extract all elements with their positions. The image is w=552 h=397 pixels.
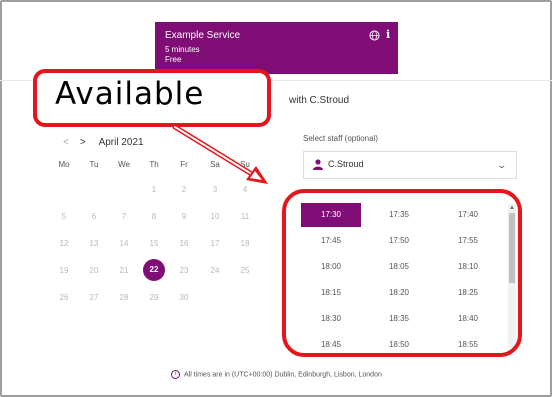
weekday-header: Sa	[210, 160, 220, 169]
calendar-day[interactable]: 20	[83, 266, 105, 275]
month-label: April 2021	[98, 137, 144, 148]
info-icon[interactable]: i	[386, 28, 390, 41]
chevron-down-icon: ⌄	[496, 160, 508, 170]
calendar-day[interactable]: 25	[234, 266, 256, 275]
calendar-day[interactable]: 17	[204, 239, 226, 248]
calendar-day[interactable]: 27	[83, 293, 105, 302]
timezone-text: All times are in (UTC+00:00) Dublin, Edi…	[184, 371, 382, 379]
calendar-day[interactable]: 2	[173, 185, 195, 194]
calendar-day[interactable]: 11	[234, 212, 256, 221]
calendar-day[interactable]: 7	[113, 212, 135, 221]
calendar-day[interactable]: 24	[204, 266, 226, 275]
calendar-day[interactable]: 3	[204, 185, 226, 194]
calendar-day[interactable]: 1	[143, 185, 165, 194]
weekday-header: Mo	[58, 160, 70, 169]
staff-value: C.Stroud	[328, 159, 364, 169]
globe-icon[interactable]	[369, 30, 380, 41]
calendar-day[interactable]: 8	[143, 212, 165, 221]
calendar-day[interactable]: 5	[53, 212, 75, 221]
service-duration: 5 minutes	[165, 45, 200, 54]
calendar-day[interactable]: 14	[113, 239, 135, 248]
weekday-header: Tu	[89, 160, 99, 169]
calendar-day[interactable]: 9	[173, 212, 195, 221]
next-month-button[interactable]: >	[76, 137, 90, 148]
service-price: Free	[165, 55, 182, 64]
person-icon	[313, 159, 323, 170]
calendar-day[interactable]: 26	[53, 293, 75, 302]
calendar-day[interactable]: 13	[83, 239, 105, 248]
timezone-note: i All times are in (UTC+00:00) Dublin, Ed…	[171, 370, 382, 379]
calendar-day[interactable]: 28	[113, 293, 135, 302]
page-heading: with C.Stroud	[289, 95, 350, 106]
calendar-day[interactable]: 6	[83, 212, 105, 221]
calendar-day[interactable]: 29	[143, 293, 165, 302]
annotation-highlight-box	[282, 189, 522, 357]
service-name: Example Service	[165, 30, 241, 41]
calendar-day[interactable]: 12	[53, 239, 75, 248]
calendar-day[interactable]: 23	[173, 266, 195, 275]
calendar-day[interactable]: 10	[204, 212, 226, 221]
calendar-day[interactable]: 30	[173, 293, 195, 302]
calendar-day[interactable]: 21	[113, 266, 135, 275]
staff-label: Select staff (optional)	[303, 134, 379, 143]
weekday-header: We	[118, 160, 130, 169]
staff-select[interactable]: C.Stroud ⌄	[303, 151, 517, 179]
calendar-day[interactable]: 16	[173, 239, 195, 248]
service-card[interactable]: Example Service 5 minutes Free i	[155, 22, 398, 74]
calendar-day[interactable]: 19	[53, 266, 75, 275]
info-circle-icon: i	[171, 370, 180, 379]
calendar-day[interactable]: 18	[234, 239, 256, 248]
calendar-day[interactable]: 4	[234, 185, 256, 194]
annotation-callout-text: Available	[55, 76, 205, 112]
selected-day[interactable]: 22	[143, 259, 165, 281]
weekday-header: Fr	[180, 160, 188, 169]
previous-month-button[interactable]: <	[59, 137, 73, 148]
calendar-day[interactable]: 15	[143, 239, 165, 248]
weekday-header: Su	[240, 160, 250, 169]
month-navigation: < > April 2021	[59, 137, 144, 148]
weekday-header: Th	[149, 160, 159, 169]
